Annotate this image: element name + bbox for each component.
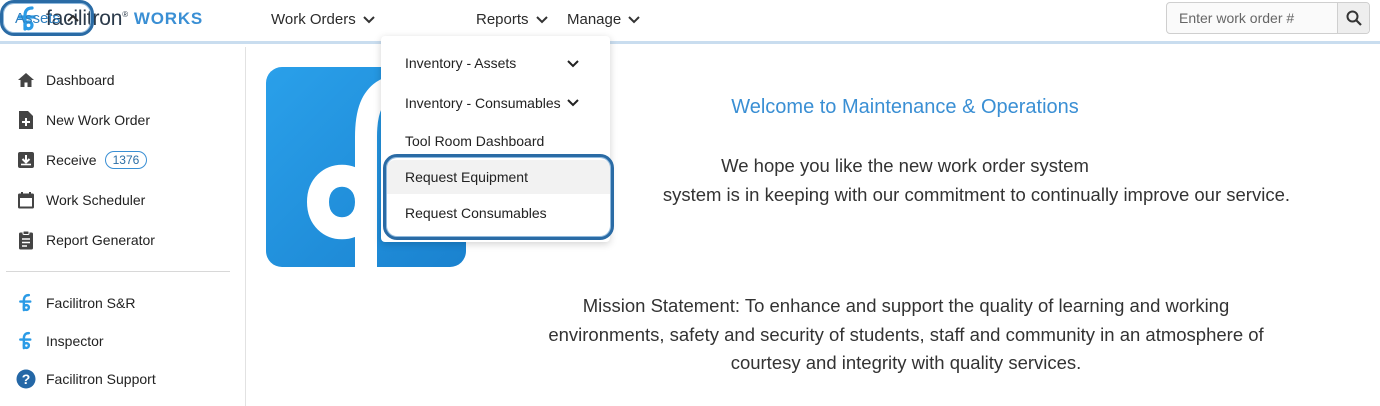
nav-assets[interactable]: Assets xyxy=(0,0,94,36)
chevron-down-icon xyxy=(535,15,548,23)
chevron-down-icon xyxy=(628,15,640,23)
mission-line: environments, safety and security of stu… xyxy=(548,323,1264,345)
work-order-search-input[interactable] xyxy=(1167,3,1337,33)
sidebar-item-report-generator[interactable]: Report Generator xyxy=(16,230,155,250)
mission-line: Mission Statement: To enhance and suppor… xyxy=(582,295,1230,316)
sidebar-app-inspector[interactable]: Inspector xyxy=(16,331,104,351)
sidebar-item-label: Facilitron S&R xyxy=(46,295,136,311)
facilitron-logo-icon xyxy=(16,293,36,313)
mission-statement: Mission Statement: To enhance and suppor… xyxy=(500,292,1312,378)
work-order-search xyxy=(1166,2,1370,34)
help-circle-icon: ? xyxy=(16,369,36,389)
sidebar-divider xyxy=(6,271,230,272)
nav-reports[interactable]: Reports xyxy=(476,11,548,28)
facilitron-logo-icon xyxy=(16,331,36,351)
nav-label: Manage xyxy=(567,11,622,28)
search-button[interactable] xyxy=(1337,3,1369,33)
brand-suffix: WORKS xyxy=(133,9,204,28)
welcome-heading: Welcome to Maintenance & Operations xyxy=(731,96,1079,118)
menu-item-tool-room-dashboard[interactable]: Tool Room Dashboard xyxy=(405,133,544,149)
menu-item-inventory-assets[interactable]: Inventory - Assets xyxy=(405,55,516,71)
sidebar-app-facilitron-sr[interactable]: Facilitron S&R xyxy=(16,293,135,313)
sidebar-item-label: Receive xyxy=(46,152,97,168)
sidebar-item-receive[interactable]: Receive 1376 xyxy=(16,150,148,170)
sidebar-item-label: Dashboard xyxy=(46,72,115,88)
sidebar-item-label: Work Scheduler xyxy=(46,192,146,208)
main-nav: Work Orders Assets Reports Manage xyxy=(0,0,640,40)
menu-item-label: Inventory - Consumables xyxy=(405,95,561,111)
welcome-message-line-2: system is in keeping with our commitment… xyxy=(662,184,1290,205)
file-plus-icon xyxy=(16,110,36,130)
welcome-message-line-1: We hope you like the new work order syst… xyxy=(721,155,1089,176)
sidebar-item-new-work-order[interactable]: New Work Order xyxy=(16,110,150,130)
search-icon xyxy=(1346,10,1362,26)
chevron-down-icon xyxy=(567,99,579,107)
nav-manage[interactable]: Manage xyxy=(567,11,640,28)
nav-work-orders[interactable]: Work Orders xyxy=(271,11,375,28)
sidebar-item-label: New Work Order xyxy=(46,112,150,128)
calendar-icon xyxy=(16,190,36,210)
chevron-up-icon xyxy=(67,14,79,22)
sidebar-item-label: Report Generator xyxy=(46,232,155,248)
request-items-highlight xyxy=(383,154,614,240)
menu-item-label: Tool Room Dashboard xyxy=(405,133,545,149)
menu-item-inventory-consumables[interactable]: Inventory - Consumables xyxy=(405,95,561,111)
chevron-down-icon xyxy=(363,15,375,23)
receive-count-badge: 1376 xyxy=(104,151,148,169)
sidebar-item-label: Inspector xyxy=(46,333,104,349)
mission-line: courtesy and integrity with quality serv… xyxy=(730,352,1082,373)
clipboard-icon xyxy=(16,230,36,250)
sidebar-item-label: Facilitron Support xyxy=(46,371,156,387)
sidebar-item-work-scheduler[interactable]: Work Scheduler xyxy=(16,190,145,210)
home-icon xyxy=(16,70,36,90)
chevron-down-icon xyxy=(567,60,579,68)
sidebar-app-support[interactable]: ? Facilitron Support xyxy=(16,369,156,389)
sidebar-item-dashboard[interactable]: Dashboard xyxy=(16,70,115,90)
sidebar: Dashboard New Work Order Receive 1376 Wo… xyxy=(0,47,246,406)
menu-item-label: Inventory - Assets xyxy=(405,55,517,71)
nav-label: Reports xyxy=(476,11,529,28)
nav-label: Assets xyxy=(14,9,60,27)
nav-label: Work Orders xyxy=(271,11,356,28)
svg-text:?: ? xyxy=(22,371,31,387)
download-box-icon xyxy=(16,150,36,170)
top-bar: facilitron® WORKS Work Orders Assets Rep… xyxy=(0,0,1380,44)
